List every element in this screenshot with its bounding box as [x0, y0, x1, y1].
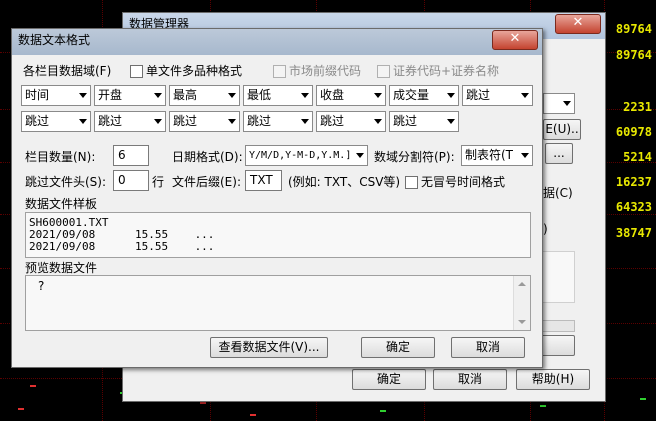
column-count-input[interactable]: 6	[113, 145, 149, 166]
date-format-label: 日期格式(D):	[172, 150, 243, 164]
cancel-button[interactable]: 取消	[451, 337, 525, 358]
manager-progress	[541, 320, 575, 332]
scroll-down-icon[interactable]	[518, 320, 526, 324]
no-colon-time-checkbox[interactable]	[405, 176, 418, 189]
code-name-label: 证券代码+证券名称	[393, 64, 500, 78]
separator-label: 数域分割符(P):	[374, 150, 455, 164]
manager-ok-button[interactable]: 确定	[352, 369, 426, 390]
field-select-10[interactable]: 跳过	[169, 111, 240, 132]
scroll-up-icon[interactable]	[518, 282, 526, 286]
tick-mark	[30, 385, 36, 387]
view-data-file-button[interactable]: 查看数据文件(V)...	[210, 337, 328, 358]
tick-mark	[200, 402, 206, 404]
sample-textbox: SH600001.TXT 2021/09/08 15.55 ... 2021/0…	[25, 212, 531, 258]
market-prefix-checkbox[interactable]	[273, 65, 286, 78]
field-select-13[interactable]: 跳过	[389, 111, 459, 132]
preview-label: 预览数据文件	[25, 261, 98, 275]
text-format-titlebar[interactable]: 数据文本格式	[12, 29, 542, 55]
manager-cancel-button[interactable]: 取消	[433, 369, 507, 390]
tick-mark	[540, 405, 546, 407]
tick-mark	[250, 414, 256, 416]
price-label: 38747	[615, 226, 652, 240]
skip-header-label: 跳过文件头(S):	[25, 175, 107, 189]
field-select-9[interactable]: 跳过	[94, 111, 166, 132]
skip-header-unit: 行	[152, 175, 165, 189]
field-select-1[interactable]: 时间	[21, 85, 91, 106]
field-select-value: 收盘	[320, 88, 345, 102]
separator-select[interactable]: 制表符(T	[461, 145, 533, 166]
close-icon[interactable]: ✕	[555, 14, 601, 34]
separator-value: 制表符(T	[465, 148, 514, 162]
field-select-11[interactable]: 跳过	[243, 111, 313, 132]
date-format-value: Y/M/D,Y-M-D,Y.M.]	[249, 150, 352, 161]
field-select-5[interactable]: 收盘	[316, 85, 386, 106]
tick-mark	[18, 408, 24, 410]
price-label: 60978	[615, 125, 652, 139]
field-select-value: 成交量	[393, 88, 430, 102]
field-select-value: 最高	[173, 88, 198, 102]
manager-extra-button[interactable]	[541, 335, 575, 356]
text-format-title: 数据文本格式	[18, 33, 91, 47]
manager-side-button-2[interactable]: ...	[545, 143, 573, 164]
field-select-12[interactable]: 跳过	[316, 111, 386, 132]
tick-mark	[380, 410, 386, 412]
field-select-4[interactable]: 最低	[243, 85, 313, 106]
column-count-label: 栏目数量(N):	[25, 150, 96, 164]
field-select-value: 跳过	[25, 114, 50, 128]
suffix-label: 文件后缀(E):	[172, 175, 241, 189]
preview-text: ?	[38, 279, 45, 293]
manager-combo[interactable]	[543, 93, 575, 114]
manager-side-button[interactable]: E(U)..	[543, 119, 581, 140]
price-label: 89764	[615, 22, 652, 36]
field-select-value: 最低	[247, 88, 272, 102]
manager-help-button[interactable]: 帮助(H)	[516, 369, 590, 390]
skip-header-input[interactable]: 0	[113, 170, 149, 191]
preview-scrollbar[interactable]	[513, 276, 530, 330]
field-select-value: 跳过	[466, 88, 491, 102]
price-label: 5214	[623, 150, 652, 164]
field-select-value: 跳过	[247, 114, 272, 128]
price-label: 2231	[623, 100, 652, 114]
no-colon-time-label: 无冒号时间格式	[421, 175, 506, 189]
date-format-select[interactable]: Y/M/D,Y-M-D,Y.M.]	[245, 145, 368, 166]
field-select-value: 跳过	[320, 114, 345, 128]
field-select-value: 跳过	[393, 114, 418, 128]
manager-panel	[541, 251, 575, 303]
suffix-example: (例如: TXT、CSV等)	[288, 175, 401, 189]
multi-option-label: 单文件多品种格式	[146, 64, 243, 78]
field-select-2[interactable]: 开盘	[94, 85, 166, 106]
code-name-checkbox[interactable]	[377, 65, 390, 78]
field-select-value: 开盘	[98, 88, 123, 102]
field-select-value: 时间	[25, 88, 50, 102]
manager-right-label-2: )	[543, 222, 548, 236]
manager-right-label: 据(C)	[543, 186, 573, 200]
suffix-input[interactable]: TXT	[245, 170, 282, 191]
tick-mark	[640, 398, 646, 400]
field-select-8[interactable]: 跳过	[21, 111, 91, 132]
close-icon[interactable]: ✕	[492, 30, 538, 50]
market-prefix-label: 市场前缀代码	[289, 64, 362, 78]
ok-button[interactable]: 确定	[361, 337, 435, 358]
sample-label: 数据文件样板	[25, 197, 98, 211]
preview-textbox[interactable]: ?	[25, 275, 531, 331]
field-select-7[interactable]: 跳过	[462, 85, 533, 106]
text-format-dialog: 数据文本格式 ✕ 各栏目数据域(F) 单文件多品种格式 市场前缀代码 证券代码+…	[11, 28, 543, 368]
field-select-6[interactable]: 成交量	[389, 85, 459, 106]
field-select-value: 跳过	[173, 114, 198, 128]
price-label: 16237	[615, 175, 652, 189]
field-select-3[interactable]: 最高	[169, 85, 240, 106]
sample-line: 2021/09/08 15.55 ...	[29, 240, 215, 253]
field-select-value: 跳过	[98, 114, 123, 128]
field-label: 各栏目数据域(F)	[23, 64, 112, 78]
price-label: 64323	[615, 200, 652, 214]
price-label: 89764	[615, 48, 652, 62]
multi-option-checkbox[interactable]	[130, 65, 143, 78]
